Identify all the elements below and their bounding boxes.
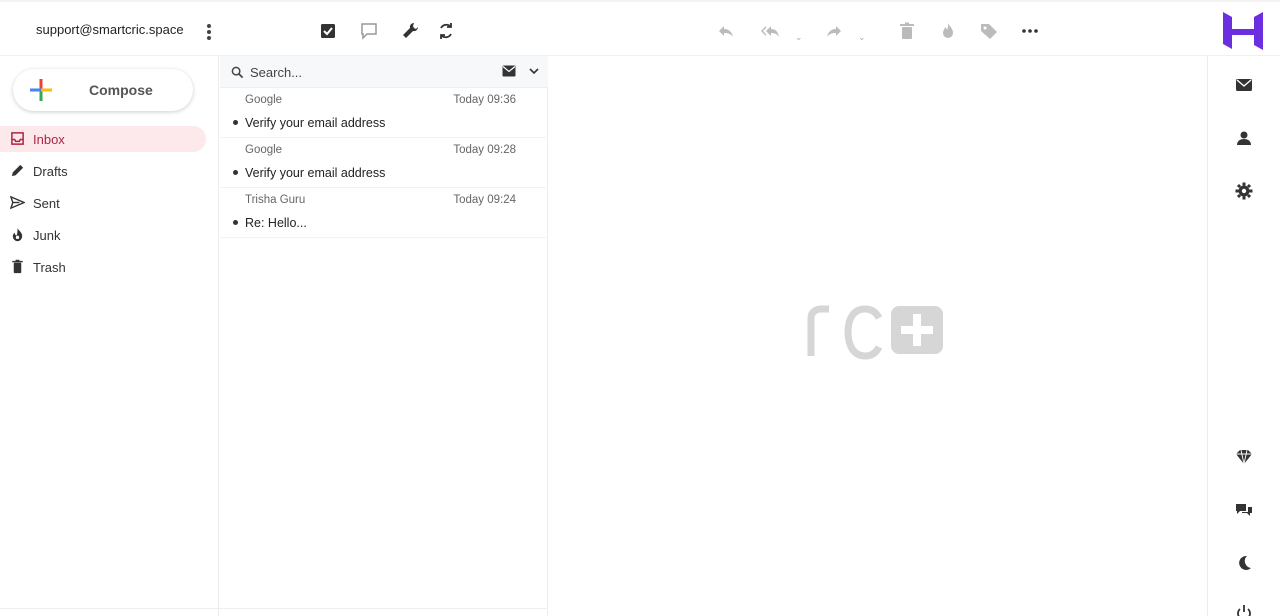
delete-icon[interactable] (897, 21, 917, 41)
pencil-icon (11, 164, 24, 177)
folder-label: Sent (33, 196, 60, 211)
folder-label: Trash (33, 260, 66, 275)
folder-drafts[interactable]: Drafts (0, 158, 206, 184)
roundcube-logo (807, 305, 943, 360)
wrench-icon[interactable] (400, 21, 420, 41)
message-date: Today 09:24 (453, 194, 516, 206)
reply-icon[interactable] (716, 21, 736, 41)
message-preview-pane (549, 56, 1206, 616)
message-sender: Trisha Guru (245, 194, 306, 206)
select-checkbox-icon[interactable] (318, 21, 338, 41)
message-sender: Google (245, 144, 283, 156)
right-rail (1207, 56, 1280, 616)
message-date: Today 09:28 (453, 144, 516, 156)
folder-trash[interactable]: Trash (0, 254, 206, 280)
unread-dot-icon (233, 170, 238, 175)
message-row[interactable]: Trisha Guru Today 09:24 Re: Hello... (220, 188, 548, 238)
logout-power-icon[interactable] (1235, 604, 1253, 616)
message-subject: Re: Hello... (245, 216, 307, 230)
envelope-filter-icon[interactable] (502, 65, 516, 77)
more-options-icon[interactable] (1020, 21, 1040, 41)
fire-icon (12, 227, 23, 242)
message-subject: Verify your email address (245, 116, 386, 130)
top-toolbar: support@smartcric.space ⌄ ⌄ (0, 0, 1280, 56)
search-icon (231, 66, 244, 79)
search-input[interactable] (250, 62, 490, 82)
message-sender: Google (245, 94, 283, 106)
inbox-icon (11, 132, 24, 145)
compose-button[interactable]: Compose (13, 69, 193, 111)
brand-logo (1220, 8, 1266, 54)
refresh-icon[interactable] (436, 21, 456, 41)
unread-dot-icon (233, 220, 238, 225)
compose-plus-icon (30, 79, 52, 101)
message-list: Google Today 09:36 Verify your email add… (220, 56, 548, 616)
folder-inbox[interactable]: Inbox (0, 126, 206, 152)
compose-label: Compose (89, 82, 153, 98)
divider (0, 608, 548, 609)
reply-all-icon[interactable] (760, 21, 780, 41)
folder-label: Drafts (33, 164, 68, 179)
threads-icon[interactable] (359, 21, 379, 41)
folder-label: Inbox (33, 132, 65, 147)
search-options-chevron-icon[interactable] (529, 66, 539, 76)
mail-icon[interactable] (1235, 76, 1253, 94)
send-icon (10, 195, 25, 210)
message-row[interactable]: Google Today 09:28 Verify your email add… (220, 138, 548, 188)
folder-sidebar: Compose Inbox Drafts Sent Junk Trash (0, 56, 219, 616)
junk-fire-icon[interactable] (938, 21, 958, 41)
diamond-icon[interactable] (1235, 448, 1253, 466)
search-bar (220, 56, 548, 88)
chat-icon[interactable] (1235, 502, 1253, 520)
forward-icon[interactable] (824, 21, 844, 41)
dark-mode-moon-icon[interactable] (1235, 554, 1253, 572)
webmail-app: support@smartcric.space ⌄ ⌄ Compose Inbo… (0, 0, 1280, 616)
account-email: support@smartcric.space (36, 22, 184, 37)
folder-sent[interactable]: Sent (0, 190, 206, 216)
trash-icon (12, 259, 23, 274)
forward-dropdown-icon[interactable]: ⌄ (858, 32, 866, 43)
settings-gear-icon[interactable] (1235, 182, 1253, 200)
tag-icon[interactable] (979, 21, 999, 41)
unread-dot-icon (233, 120, 238, 125)
message-row[interactable]: Google Today 09:36 Verify your email add… (220, 88, 548, 138)
reply-all-dropdown-icon[interactable]: ⌄ (795, 32, 803, 43)
contacts-icon[interactable] (1235, 129, 1253, 147)
message-subject: Verify your email address (245, 166, 386, 180)
folder-label: Junk (33, 228, 61, 243)
account-menu-icon[interactable] (204, 24, 214, 42)
folder-junk[interactable]: Junk (0, 222, 206, 248)
message-date: Today 09:36 (453, 94, 516, 106)
